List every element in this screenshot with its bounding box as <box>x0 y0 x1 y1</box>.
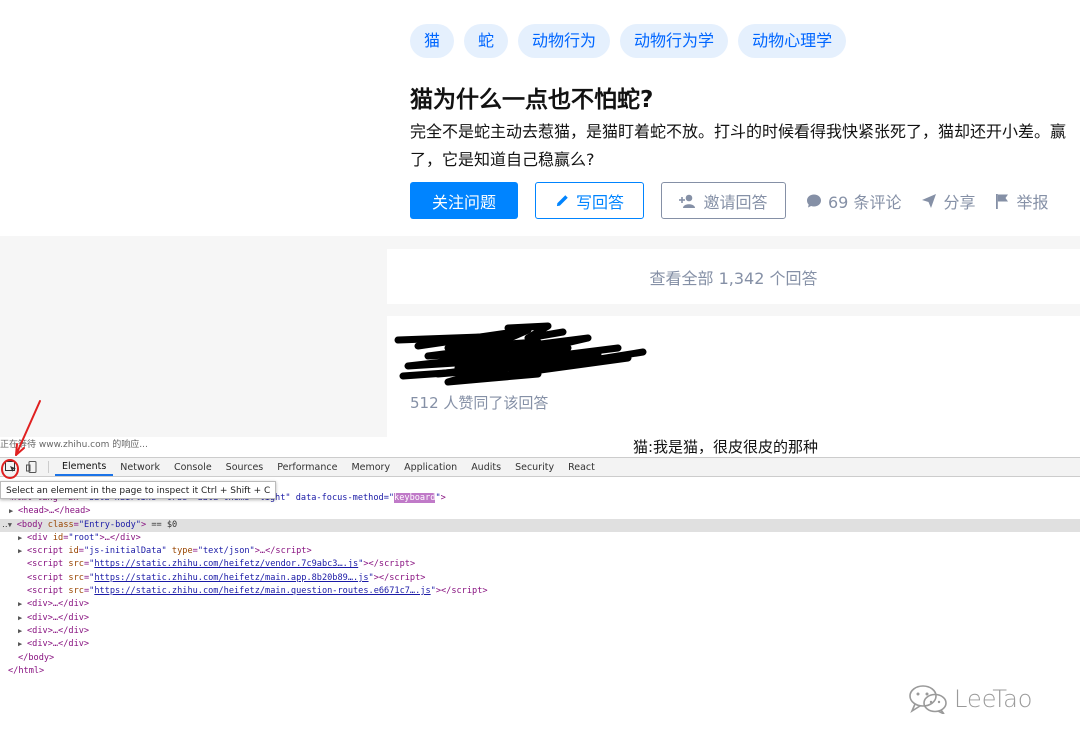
tab-performance[interactable]: Performance <box>270 458 344 476</box>
pencil-icon <box>556 195 568 207</box>
dom-line-initialdata[interactable]: ▶ <script id="js-initialData" type="text/… <box>0 545 1080 558</box>
dom-line-body[interactable]: ‥▼ <body class="Entry-body"> == $0 <box>0 518 1080 532</box>
answer-first-line: 猫:我是猫，很皮很皮的那种 <box>633 438 819 456</box>
comments-label: 69 条评论 <box>828 192 902 212</box>
watermark-text: LeeTao <box>954 685 1033 713</box>
script-link[interactable]: https://static.zhihu.com/heifetz/vendor.… <box>94 559 358 569</box>
comments-button[interactable]: 69 条评论 <box>806 189 901 213</box>
topic-list: 猫 蛇 动物行为 动物行为学 动物心理学 <box>410 24 847 58</box>
dom-line-div[interactable]: ▶ <div>…</div> <box>0 612 1080 625</box>
dom-line-body-close[interactable]: </body> <box>0 652 1080 665</box>
question-title: 猫为什么一点也不怕蛇? <box>410 87 654 113</box>
flag-icon <box>996 193 1009 209</box>
topic-tag[interactable]: 动物心理学 <box>738 24 847 58</box>
expand-triangle-icon[interactable]: ▶ <box>9 505 18 518</box>
share-label: 分享 <box>943 192 976 212</box>
topic-tag[interactable]: 猫 <box>410 24 455 58</box>
follow-question-button[interactable]: 关注问题 <box>410 182 518 219</box>
wechat-icon <box>909 685 947 714</box>
add-person-icon <box>679 194 696 208</box>
invite-answer-label: 邀请回答 <box>703 192 768 212</box>
view-all-answers-button[interactable]: 查看全部 1,342 个回答 <box>387 249 1080 304</box>
dom-line-script[interactable]: <script src="https://static.zhihu.com/he… <box>0 585 1080 598</box>
script-link[interactable]: https://static.zhihu.com/heifetz/main.ap… <box>94 573 368 583</box>
topic-tag[interactable]: 蛇 <box>464 24 509 58</box>
dom-line-root[interactable]: ▶ <div id="root">…</div> <box>0 532 1080 545</box>
share-button[interactable]: 分享 <box>921 189 975 213</box>
question-detail: 完全不是蛇主动去惹猫，是猫盯着蛇不放。打斗的时候看得我快紧张死了，猫却还开小差。… <box>410 122 1067 169</box>
script-link[interactable]: https://static.zhihu.com/heifetz/main.qu… <box>94 586 430 596</box>
annotation-arrow <box>1 400 41 479</box>
send-icon <box>922 193 937 208</box>
focus-method-value: keyboard <box>394 493 436 503</box>
expand-triangle-icon[interactable]: ▶ <box>18 638 27 651</box>
topic-tag[interactable]: 动物行为学 <box>620 24 729 58</box>
tab-security[interactable]: Security <box>508 458 561 476</box>
redaction-scribble <box>394 322 647 386</box>
tab-react[interactable]: React <box>561 458 602 476</box>
report-button[interactable]: 举报 <box>995 189 1048 213</box>
zhihu-page: 猫 蛇 动物行为 动物行为学 动物心理学 猫为什么一点也不怕蛇? 完全不是蛇主动… <box>0 0 1080 437</box>
dom-line-head[interactable]: ▶ <head>…</head> <box>0 505 1080 518</box>
expand-triangle-icon[interactable]: ▶ <box>18 598 27 611</box>
dom-line-div[interactable]: ▶ <div>…</div> <box>0 598 1080 611</box>
report-label: 举报 <box>1016 192 1049 212</box>
dom-line-div[interactable]: ▶ <div>…</div> <box>0 625 1080 638</box>
write-answer-label: 写回答 <box>575 192 624 212</box>
watermark: LeeTao <box>908 684 1032 714</box>
expand-triangle-icon[interactable]: ▶ <box>18 532 27 545</box>
tab-elements[interactable]: Elements <box>55 458 114 476</box>
upvote-count: 512 人赞同了该回答 <box>410 394 549 412</box>
dom-line-script[interactable]: <script src="https://static.zhihu.com/he… <box>0 558 1080 571</box>
tab-sources[interactable]: Sources <box>219 458 271 476</box>
dom-line-div[interactable]: ▶ <div>…</div> <box>0 638 1080 651</box>
tab-application[interactable]: Application <box>397 458 464 476</box>
devtools-tabbar: Elements Network Console Sources Perform… <box>0 457 1080 477</box>
invite-answer-button[interactable]: 邀请回答 <box>661 182 786 219</box>
dom-line-script[interactable]: <script src="https://static.zhihu.com/he… <box>0 572 1080 585</box>
dom-tree: <html lang="zh" data-hairline="true" dat… <box>0 492 1080 678</box>
collapse-triangle-icon[interactable]: ▼ <box>8 519 17 532</box>
comment-icon <box>807 194 821 207</box>
question-actions: 关注问题 写回答 邀请回答 69 条评论 分享 举报 <box>410 182 1048 219</box>
expand-triangle-icon[interactable]: ▶ <box>18 545 27 558</box>
expand-triangle-icon[interactable]: ▶ <box>18 612 27 625</box>
write-answer-button[interactable]: 写回答 <box>535 182 644 219</box>
dom-line-html-close[interactable]: </html> <box>0 665 1080 678</box>
tab-network[interactable]: Network <box>113 458 167 476</box>
tab-console[interactable]: Console <box>167 458 219 476</box>
tab-audits[interactable]: Audits <box>464 458 508 476</box>
topic-tag[interactable]: 动物行为 <box>518 24 611 58</box>
tab-memory[interactable]: Memory <box>344 458 397 476</box>
expand-triangle-icon[interactable]: ▶ <box>18 625 27 638</box>
